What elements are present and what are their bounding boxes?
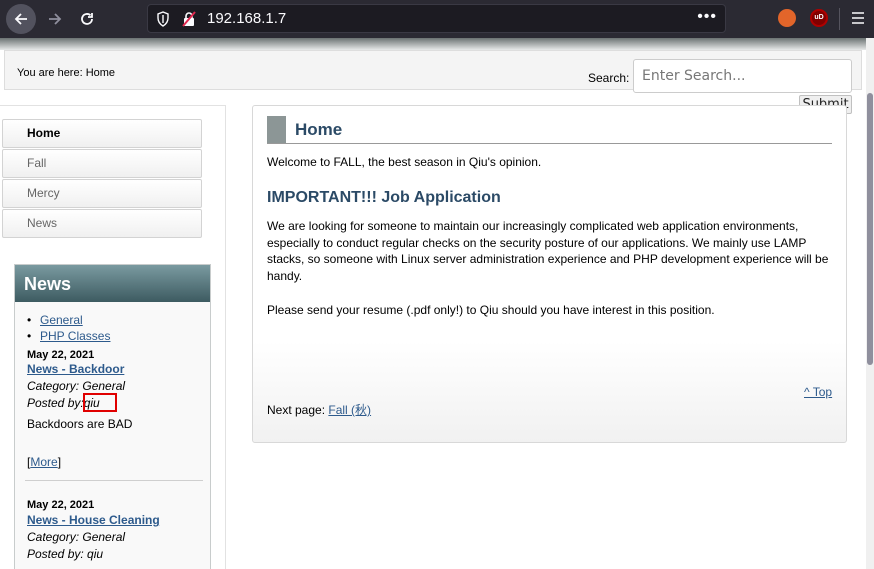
search-input[interactable] bbox=[633, 59, 852, 93]
news-category: Category: General bbox=[27, 379, 126, 393]
job-heading: IMPORTANT!!! Job Application bbox=[267, 189, 501, 206]
next-page-link[interactable]: Fall (秋) bbox=[328, 403, 371, 417]
title-marker bbox=[267, 116, 286, 143]
toolbar-divider bbox=[839, 8, 840, 30]
job-contact: Please send your resume (.pdf only!) to … bbox=[267, 303, 715, 317]
sidebar-item-fall[interactable]: Fall bbox=[2, 149, 202, 178]
reload-icon bbox=[81, 13, 93, 25]
page-header-strip bbox=[0, 38, 866, 50]
posted-by-author: qiu bbox=[87, 547, 104, 561]
news-panel: News General PHP Classes May 22, 2021 Ne… bbox=[14, 264, 211, 569]
news-category-list: General PHP Classes bbox=[25, 312, 110, 344]
address-bar[interactable]: 192.168.1.7 ••• bbox=[147, 4, 726, 33]
news-date: May 22, 2021 bbox=[27, 349, 95, 361]
back-button[interactable] bbox=[6, 4, 36, 34]
web-page: You are here: Home Search: Submit Home F… bbox=[0, 38, 866, 569]
news-category-php-link[interactable]: PHP Classes bbox=[40, 329, 110, 343]
arrow-right-icon bbox=[49, 13, 62, 25]
url-text[interactable]: 192.168.1.7 bbox=[207, 10, 286, 27]
breadcrumb: You are here: Home bbox=[17, 67, 116, 79]
hamburger-menu-icon[interactable] bbox=[851, 11, 865, 25]
news-date: May 22, 2021 bbox=[27, 499, 95, 511]
sidebar: Home Fall Mercy News News General PHP Cl… bbox=[0, 105, 226, 569]
insecure-lock-icon[interactable] bbox=[182, 11, 196, 27]
shield-icon[interactable] bbox=[156, 11, 170, 27]
news-title-link[interactable]: News - House Cleaning bbox=[27, 513, 160, 527]
scrollbar[interactable] bbox=[866, 38, 874, 569]
news-body: Backdoors are BAD bbox=[27, 417, 133, 431]
list-item: General bbox=[25, 312, 110, 328]
sidebar-item-mercy[interactable]: Mercy bbox=[2, 179, 202, 208]
page-title-bar: Home bbox=[267, 116, 832, 144]
news-divider bbox=[25, 480, 203, 481]
scrollbar-thumb[interactable] bbox=[867, 93, 873, 365]
posted-by-label: Posted by: bbox=[27, 547, 84, 561]
sidebar-item-home[interactable]: Home bbox=[2, 119, 202, 148]
news-heading: News bbox=[15, 265, 210, 302]
more-bracket-close: ] bbox=[57, 455, 62, 469]
main-content: Home Welcome to FALL, the best season in… bbox=[252, 105, 847, 443]
search-label: Search: bbox=[588, 71, 630, 85]
posted-by-label: Posted by: bbox=[27, 396, 84, 410]
highlight-box bbox=[83, 393, 117, 412]
list-item: PHP Classes bbox=[25, 328, 110, 344]
news-more: [More] bbox=[27, 455, 61, 469]
reload-button[interactable] bbox=[72, 4, 102, 34]
page-actions-icon[interactable]: ••• bbox=[697, 8, 717, 26]
news-posted-by: Posted by: qiu bbox=[27, 547, 103, 561]
welcome-text: Welcome to FALL, the best season in Qiu'… bbox=[267, 155, 542, 169]
news-category: Category: General bbox=[27, 530, 126, 544]
news-title-link[interactable]: News - Backdoor bbox=[27, 362, 124, 376]
next-page: Next page: Fall (秋) bbox=[267, 401, 371, 418]
next-page-label: Next page: bbox=[267, 403, 326, 417]
job-description: We are looking for someone to maintain o… bbox=[267, 219, 829, 283]
sidebar-item-news[interactable]: News bbox=[2, 209, 202, 238]
forward-button[interactable] bbox=[40, 4, 70, 34]
extension-icon[interactable] bbox=[778, 9, 796, 27]
top-link[interactable]: ^ Top bbox=[804, 385, 832, 399]
ublock-icon[interactable]: uD bbox=[810, 9, 828, 27]
news-category-general-link[interactable]: General bbox=[40, 313, 83, 327]
arrow-left-icon bbox=[14, 13, 27, 25]
page-title: Home bbox=[295, 120, 343, 139]
browser-toolbar: 192.168.1.7 ••• uD bbox=[0, 0, 874, 38]
more-link[interactable]: More bbox=[30, 455, 57, 469]
